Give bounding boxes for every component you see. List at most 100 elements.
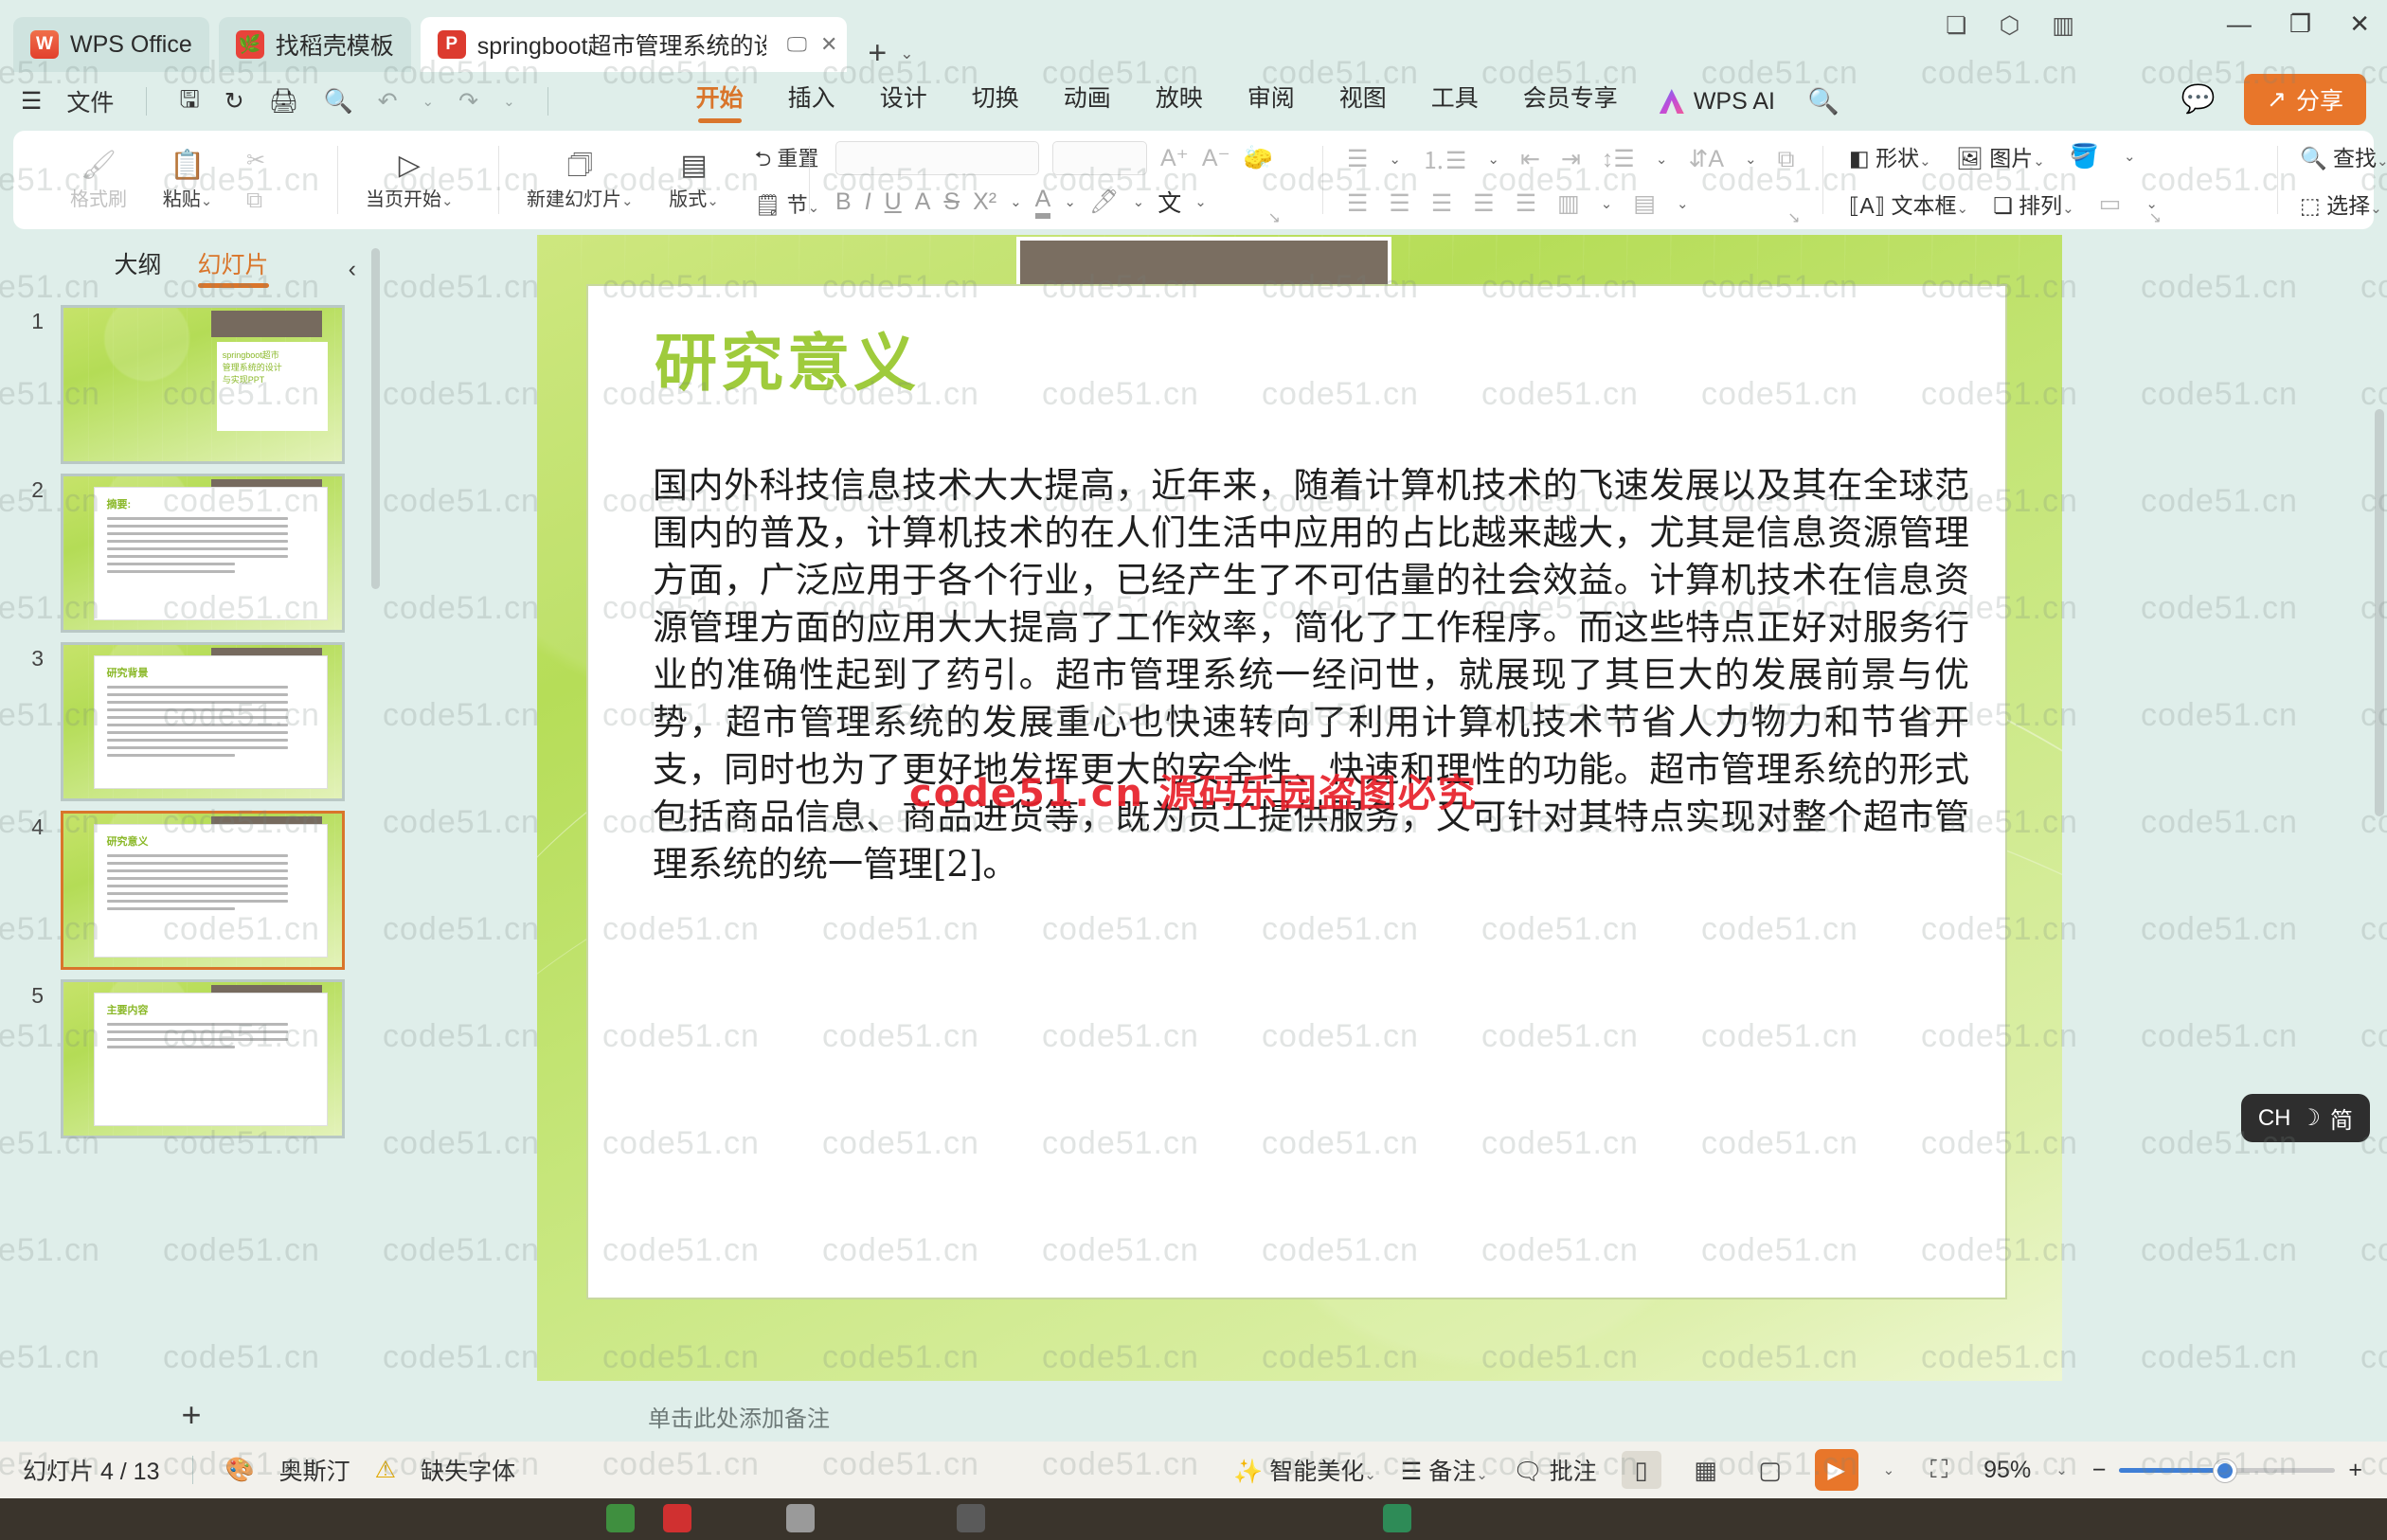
thumbnail-preview[interactable]: springboot超市 管理系统的设计 与实现PPT (61, 305, 345, 464)
chevron-down-icon[interactable]: ⌄ (1601, 195, 1613, 212)
chevron-down-icon[interactable]: ⌄ (1487, 151, 1499, 168)
comment-icon[interactable]: 💬 (2181, 83, 2216, 116)
scrollbar-thumb[interactable] (2375, 409, 2384, 816)
distribute-icon[interactable]: ☰ (1516, 189, 1536, 218)
chevron-down-icon[interactable]: ⌄ (1656, 151, 1668, 168)
thumbnail-preview[interactable]: 主要内容 (61, 979, 345, 1138)
close-window-button[interactable]: ✕ (2349, 9, 2370, 39)
arrange-button[interactable]: ❏ 排列⌄ (1993, 188, 2074, 220)
superscript-button[interactable]: X² (973, 188, 996, 216)
increase-indent-icon[interactable]: ⇥ (1561, 145, 1581, 173)
paste-button[interactable]: 📋 粘贴⌄ (157, 150, 218, 211)
panel-icon[interactable]: ❏ (1946, 11, 1966, 40)
outline-icon[interactable]: ▭ (2099, 189, 2122, 218)
chevron-down-icon[interactable]: ⌄ (1476, 1467, 1488, 1483)
thumbnail-item[interactable]: 2 摘要: (0, 464, 383, 633)
drawing-dialog-launcher-icon[interactable]: ↘ (2148, 208, 2161, 227)
shrink-font-button[interactable]: A⁻ (1202, 144, 1230, 172)
columns-icon[interactable]: ▥ (1557, 189, 1580, 218)
chevron-down-icon[interactable]: ⌄ (1010, 193, 1022, 210)
find-button[interactable]: 🔍 查找⌄ (2300, 140, 2387, 172)
thumbnail-item[interactable]: 5 主要内容 (0, 970, 383, 1138)
tab-outline[interactable]: 大纲 (114, 246, 161, 288)
thumbnail-preview[interactable]: 研究背景 (61, 642, 345, 801)
chevron-down-icon[interactable]: ⌄ (1919, 153, 1931, 170)
textbox-button[interactable]: ⟦A⟧ 文本框⌄ (1849, 188, 1968, 220)
align-center-icon[interactable]: ☰ (1389, 189, 1409, 218)
grow-font-button[interactable]: A⁺ (1160, 144, 1189, 172)
current-slide[interactable]: 研究意义 国内外科技信息技术大大提高，近年来，随着计算机技术的飞速发展以及其在全… (537, 235, 2062, 1381)
ribbon-tab-insert[interactable]: 插入 (788, 80, 835, 123)
tab-present-icon[interactable]: 🖵 (787, 32, 807, 57)
ribbon-tab-slideshow[interactable]: 放映 (1156, 80, 1203, 123)
media-icon[interactable]: ▥ (2052, 11, 2074, 40)
scrollbar-thumb[interactable] (371, 248, 380, 589)
chevron-down-icon[interactable]: ⌄ (621, 193, 634, 209)
chevron-down-icon[interactable]: ⌄ (2055, 1461, 2068, 1478)
ribbon-tab-tools[interactable]: 工具 (1431, 80, 1479, 123)
print-icon[interactable]: 🖨 (269, 88, 299, 116)
chevron-down-icon[interactable]: ⌄ (1194, 193, 1207, 210)
format-painter-button[interactable]: 🖌 格式刷 (68, 150, 129, 211)
taskbar-app-icon[interactable] (663, 1504, 691, 1532)
ime-indicator[interactable]: CH ☽ 简 (2240, 1094, 2370, 1142)
theme-name[interactable]: 奥斯汀 (279, 1453, 350, 1487)
align-left-icon[interactable]: ☰ (1347, 189, 1368, 218)
select-button[interactable]: ⬚ 选择⌄ (2300, 188, 2382, 220)
fit-to-window-icon[interactable]: ⛶ (1919, 1451, 1959, 1489)
chevron-down-icon[interactable]: ⌄ (1133, 193, 1145, 210)
missing-font-label[interactable]: 缺失字体 (421, 1453, 515, 1487)
minimize-button[interactable]: — (2227, 9, 2252, 39)
ribbon-tab-review[interactable]: 审阅 (1247, 80, 1295, 123)
notes-pane[interactable]: 单击此处添加备注 (383, 1388, 2387, 1442)
chevron-down-icon[interactable]: ⌄ (1064, 193, 1076, 210)
zoom-knob[interactable] (2214, 1459, 2237, 1482)
text-shadow-button[interactable]: A (915, 188, 931, 216)
shape-button[interactable]: ◧ 形状⌄ (1849, 140, 1931, 172)
beautify-button[interactable]: ✨ 智能美化⌄ (1233, 1453, 1376, 1487)
chevron-down-icon[interactable]: ⌄ (2033, 153, 2045, 170)
slide-body-text[interactable]: 国内外科技信息技术大大提高，近年来，随着计算机技术的飞速发展以及其在全球范围内的… (653, 462, 1969, 888)
zoom-out-button[interactable]: − (2092, 1457, 2107, 1484)
paragraph-dialog-launcher-icon[interactable]: ↘ (1787, 208, 1800, 227)
chevron-down-icon[interactable]: ⌄ (1677, 195, 1689, 212)
tab-slides[interactable]: 幻灯片 (197, 246, 269, 288)
clear-format-icon[interactable]: 🧽 (1244, 145, 1273, 172)
ribbon-tab-start[interactable]: 开始 (696, 80, 744, 123)
copy-icon[interactable]: ⧉ (246, 188, 265, 214)
new-slide-button[interactable]: 🗇 新建幻灯片⌄ (527, 150, 634, 211)
align-text-icon[interactable]: ▤ (1633, 189, 1656, 218)
fill-color-icon[interactable]: 🪣 (2070, 143, 2099, 170)
thumbnail-item-selected[interactable]: 4 研究意义 (0, 801, 383, 970)
slide-title[interactable]: 研究意义 (655, 313, 920, 403)
hamburger-icon[interactable]: ☰ (21, 87, 42, 116)
smart-art-icon[interactable]: ⧉ (1778, 146, 1795, 173)
zoom-slider[interactable]: − + (2092, 1457, 2362, 1484)
add-slide-button[interactable]: + (0, 1388, 383, 1442)
tab-wps-office[interactable]: W WPS Office (13, 17, 209, 72)
chevron-down-icon[interactable]: ⌄ (1883, 1461, 1895, 1478)
chevron-down-icon[interactable]: ⌄ (2377, 153, 2387, 170)
reading-view-icon[interactable]: ▢ (1750, 1451, 1790, 1489)
picture-button[interactable]: 🖼 图片⌄ (1956, 140, 2045, 172)
decrease-indent-icon[interactable]: ⇤ (1520, 145, 1540, 173)
ribbon-tab-design[interactable]: 设计 (880, 80, 927, 123)
ribbon-tab-transition[interactable]: 切换 (972, 80, 1019, 123)
justify-icon[interactable]: ☰ (1473, 189, 1494, 218)
chevron-down-icon[interactable]: ⌄ (900, 45, 913, 63)
cloud-sync-icon[interactable]: ↻ (224, 87, 244, 116)
taskbar-app-icon[interactable] (606, 1504, 635, 1532)
chevron-left-icon[interactable]: ‹ (349, 256, 356, 283)
close-icon[interactable]: ✕ (820, 32, 837, 57)
font-color-button[interactable]: A (1034, 186, 1051, 219)
bold-button[interactable]: B (835, 188, 852, 216)
chevron-down-icon[interactable]: ⌄ (441, 193, 454, 209)
new-tab-button[interactable]: + (868, 35, 887, 72)
normal-view-icon[interactable]: ▯ (1621, 1451, 1661, 1489)
chevron-down-icon[interactable]: ⌄ (2062, 201, 2074, 217)
scissors-icon[interactable]: ✂ (246, 147, 265, 174)
tab-docer-template[interactable]: 🌿 找稻壳模板 (218, 17, 411, 72)
pinyin-button[interactable]: 文 (1158, 185, 1181, 219)
taskbar-app-icon[interactable] (1383, 1504, 1411, 1532)
bullet-list-icon[interactable]: ☰ (1347, 145, 1368, 173)
